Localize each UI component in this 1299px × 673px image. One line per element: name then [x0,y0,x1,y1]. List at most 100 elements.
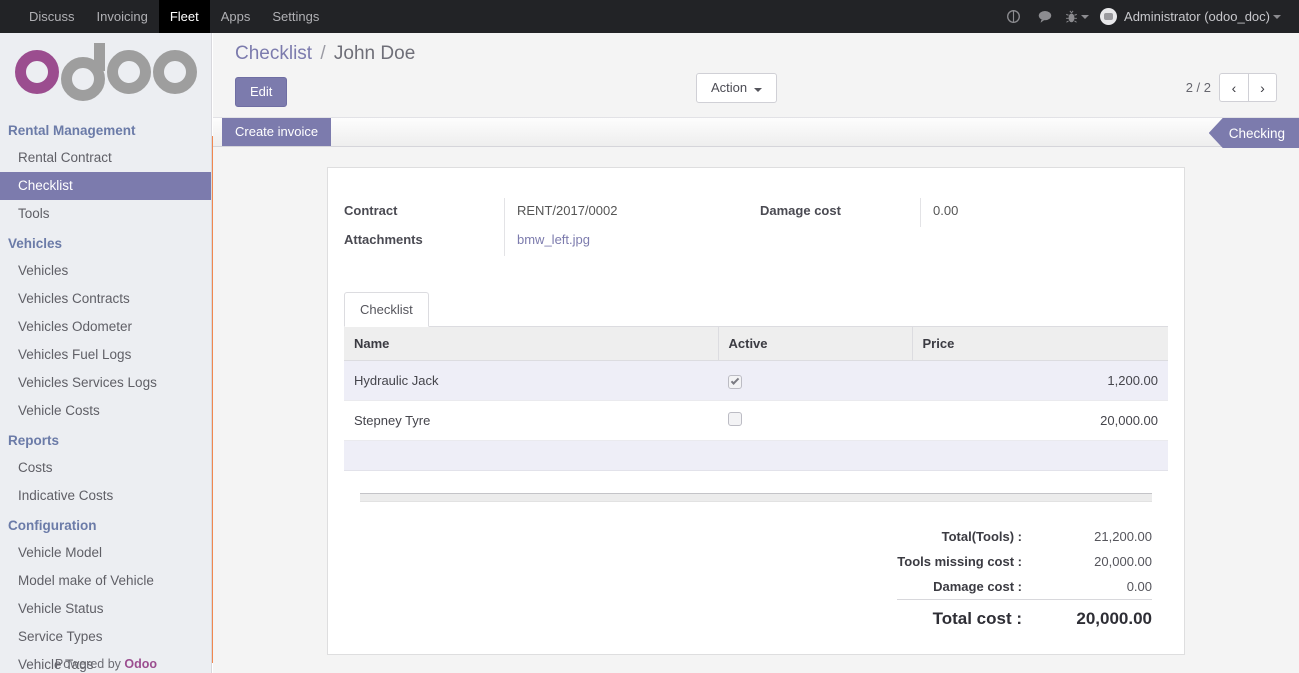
sidebar-item-tools[interactable]: Tools [0,200,211,228]
total-row-damage: Damage cost : 0.00 [897,574,1152,600]
nav-item-fleet[interactable]: Fleet [158,0,210,33]
odoo-brand-link[interactable]: Odoo [124,657,157,671]
row-price-hydraulic-jack: 1,200.00 [912,360,1168,401]
sidebar-item-vehicles-odometer[interactable]: Vehicles Odometer [0,313,211,341]
sidebar-item-vehicles-services-logs[interactable]: Vehicles Services Logs [0,369,211,397]
tab-checklist[interactable]: Checklist [344,292,429,327]
user-name-label: Administrator (odoo_doc) [1124,9,1270,24]
table-row[interactable]: Hydraulic Jack 1,200.00 [344,360,1168,401]
debug-bug-icon[interactable] [1062,0,1092,33]
sidebar-item-vehicle-status[interactable]: Vehicle Status [0,595,211,623]
sidebar-section-vehicles: Vehicles [8,236,63,251]
sidebar-item-checklist[interactable]: Checklist [0,172,211,200]
pager-count: 2 / 2 [1185,80,1211,95]
nav-item-apps[interactable]: Apps [210,0,262,33]
checklist-table: Name Active Price Hydraulic Jack 1,200.0… [344,327,1168,471]
totals-section: Total(Tools) : 21,200.00 Tools missing c… [360,524,1152,634]
edit-button[interactable]: Edit [235,77,288,107]
app-root: Discuss Invoicing Fleet Apps Settings Ad… [0,0,1299,673]
checkbox-active-unchecked[interactable] [728,412,742,426]
checkbox-active-checked[interactable] [728,375,742,389]
action-dropdown-label: Action [711,80,748,95]
nav-item-invoicing[interactable]: Invoicing [86,0,159,33]
damage-cost-total-label: Damage cost : [933,579,1022,594]
empty-cell-active [718,440,912,471]
logo-letter-o-gray-2 [152,50,197,94]
sidebar-item-vehicles[interactable]: Vehicles [0,257,211,285]
chevron-down-icon [1273,14,1281,19]
table-row[interactable]: Stepney Tyre 20,000.00 [344,400,1168,441]
damage-cost-value: 0.00 [920,198,1168,227]
attachments-label: Attachments [344,232,423,247]
attachment-link-bmw-left[interactable]: bmw_left.jpg [504,227,760,256]
damage-cost-total-value: 0.00 [1126,579,1152,594]
action-dropdown-button[interactable]: Action [696,73,777,103]
breadcrumb-current: John Doe [333,43,416,64]
pager-previous-button[interactable]: ‹ [1219,73,1248,102]
pager: 2 / 2 ‹ › [1186,73,1277,102]
total-row-grand: Total cost : 20,000.00 [897,599,1152,634]
nav-item-discuss[interactable]: Discuss [18,0,86,33]
notebook-tabs: Checklist [344,292,1168,327]
table-empty-row[interactable] [344,440,1168,471]
contract-value: RENT/2017/0002 [504,198,760,227]
contract-label: Contract [344,203,398,218]
status-badge-checking[interactable]: Checking [1208,118,1299,148]
powered-by-text: Powered by [54,657,121,671]
column-header-active[interactable]: Active [717,327,912,361]
sidebar-item-model-make-of-vehicle[interactable]: Model make of Vehicle [0,567,211,595]
total-tools-value: 21,200.00 [1094,529,1152,544]
total-row-missing: Tools missing cost : 20,000.00 [897,549,1152,574]
sidebar: Rental Management Rental Contract Checkl… [0,33,212,673]
tools-missing-cost-value: 20,000.00 [1094,554,1152,569]
sidebar-section-rental-management: Rental Management [8,123,136,138]
pager-next-button[interactable]: › [1248,73,1277,102]
top-navbar: Discuss Invoicing Fleet Apps Settings Ad… [0,0,1299,33]
sidebar-item-service-types[interactable]: Service Types [0,623,211,651]
form-sheet-background: Contract RENT/2017/0002 Damage cost 0.00… [213,147,1299,657]
sidebar-item-vehicle-model[interactable]: Vehicle Model [0,539,211,567]
breadcrumb-root[interactable]: Checklist [235,43,312,64]
total-tools-label: Total(Tools) : [941,529,1022,544]
chevron-down-icon [1081,14,1090,19]
nav-item-settings[interactable]: Settings [261,0,330,33]
logo-letter-o-magenta [14,50,59,94]
row-name-stepney-tyre: Stepney Tyre [344,400,718,441]
notebook: Checklist Name Active Price Hydraulic Ja… [344,292,1168,634]
horizontal-scrollbar[interactable] [360,493,1152,502]
row-active-cell [718,400,912,441]
sidebar-item-vehicle-costs[interactable]: Vehicle Costs [0,397,211,425]
avatar [1100,8,1118,25]
damage-cost-label: Damage cost [760,203,841,218]
sidebar-section-configuration: Configuration [8,518,97,533]
row-price-stepney-tyre: 20,000.00 [912,400,1168,441]
logo-letter-d [60,43,105,101]
form-fields-grid: Contract RENT/2017/0002 Damage cost 0.00… [328,198,1184,256]
content-area: Checklist / John Doe Edit Action 2 / 2 ‹… [213,33,1299,673]
total-cost-label: Total cost : [897,599,1036,634]
create-invoice-button[interactable]: Create invoice [222,118,332,146]
row-active-cell [718,360,912,401]
sidebar-item-indicative-costs[interactable]: Indicative Costs [0,482,211,510]
table-header-row: Name Active Price [344,327,1168,361]
odoo-logo[interactable] [0,33,211,111]
messages-icon[interactable] [1030,0,1060,33]
empty-cell-name [344,440,718,471]
control-panel: Checklist / John Doe Edit Action 2 / 2 ‹… [213,33,1299,111]
column-header-price[interactable]: Price [911,327,1168,361]
empty-cell-price [912,440,1168,471]
sidebar-item-rental-contract[interactable]: Rental Contract [0,144,211,172]
form-sheet: Contract RENT/2017/0002 Damage cost 0.00… [327,167,1185,655]
tools-missing-cost-label: Tools missing cost : [897,554,1022,569]
sidebar-item-costs[interactable]: Costs [0,454,211,482]
sidebar-item-vehicles-contracts[interactable]: Vehicles Contracts [0,285,211,313]
form-spacer-value [920,227,1168,256]
form-statusbar: Create invoice Checking [213,117,1299,148]
powered-by-footer: Powered by Odoo [0,657,212,671]
breadcrumb: Checklist / John Doe [235,43,1281,73]
form-spacer-label [760,227,920,256]
user-menu[interactable]: Administrator (odoo_doc) [1094,0,1289,33]
column-header-name[interactable]: Name [344,327,718,361]
sidebar-item-vehicles-fuel-logs[interactable]: Vehicles Fuel Logs [0,341,211,369]
activity-icon[interactable] [998,0,1028,33]
